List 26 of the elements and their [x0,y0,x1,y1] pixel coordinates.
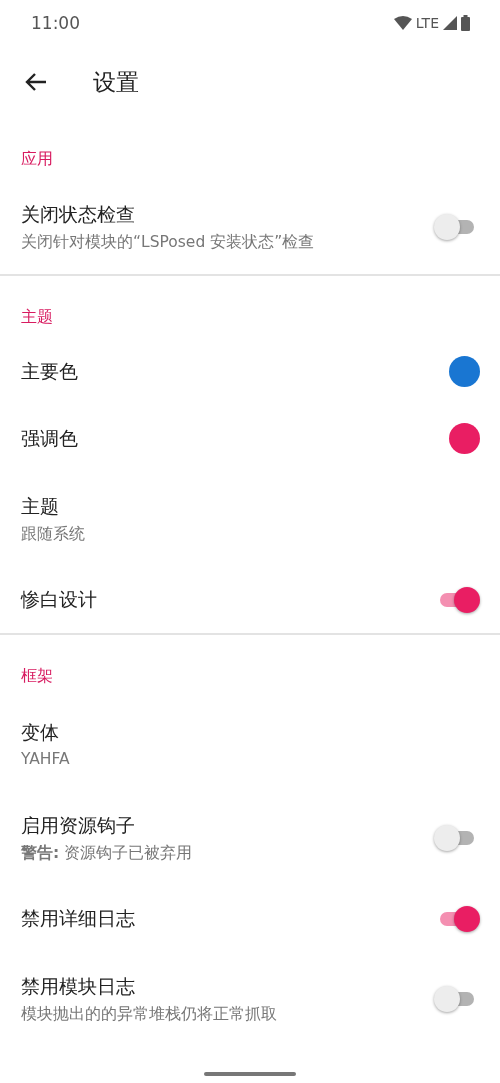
section-header: 主题 [20,306,54,328]
setting-title: 关闭状态检查 [21,201,136,227]
setting-summary: 跟随系统 [21,523,85,545]
setting-summary: 警告: 资源钩子已被弃用 [21,842,193,864]
wifi-icon [393,16,412,30]
setting-title: 主题 [21,493,60,519]
network-type: LTE [415,15,439,31]
color-swatch[interactable] [449,356,480,387]
setting-title: 禁用详细日志 [21,905,135,931]
screen-title: 设置 [93,67,139,97]
section-header: 框架 [20,665,54,687]
color-swatch[interactable] [449,423,480,454]
setting-summary: 模块抛出的的异常堆栈仍将正常抓取 [21,1003,277,1025]
battery-icon [461,15,470,31]
setting-summary: 关闭针对模块的“LSPosed 安装状态”检查 [21,231,315,253]
setting-title: 强调色 [21,425,78,451]
setting-summary: YAHFA [21,750,70,768]
back-arrow-icon [25,72,47,92]
setting-title: 惨白设计 [21,586,97,612]
setting-title: 禁用模块日志 [21,973,136,999]
setting-title: 变体 [21,720,60,745]
section-header: 应用 [20,148,54,170]
status-time: 11:00 [31,13,80,33]
signal-icon [443,16,457,30]
setting-title: 主要色 [21,358,78,384]
setting-title: 启用资源钩子 [21,812,136,838]
